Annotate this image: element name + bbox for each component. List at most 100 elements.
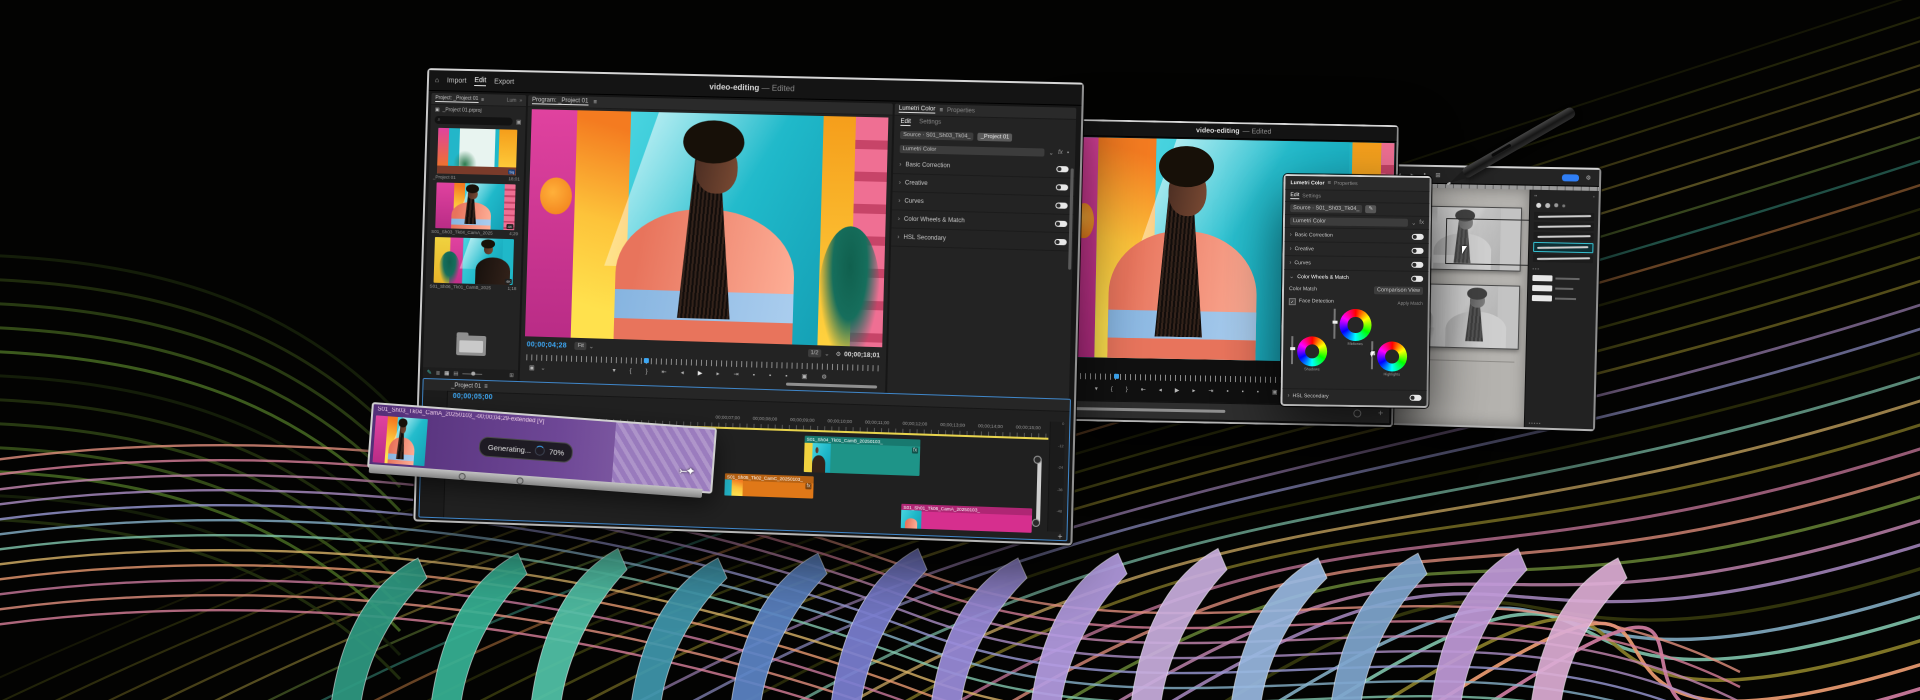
step-back-icon[interactable]: ◂ — [1159, 387, 1162, 394]
scroll-handle[interactable] — [1032, 519, 1040, 527]
chevron-down-icon[interactable]: ⌄ — [589, 343, 594, 350]
tab-lumetri-color[interactable]: Lumetri Color — [899, 106, 936, 114]
sequence-chip[interactable]: ✎ — [1365, 205, 1376, 213]
go-to-out-icon[interactable]: ⇥ — [733, 371, 738, 378]
play-icon[interactable]: ▶ — [698, 370, 703, 377]
timeline-clip-orange[interactable]: S01_Sh05_Tk02_CamC_20250103_ fx — [724, 473, 813, 498]
project-file-name[interactable]: _Project 01.prproj — [442, 107, 481, 114]
shadows-slider[interactable] — [1291, 336, 1293, 364]
mark-out-icon[interactable]: } — [1126, 387, 1128, 393]
tab-properties[interactable]: Properties — [1334, 180, 1358, 186]
toggle-color-wheels[interactable] — [1411, 275, 1423, 281]
snapshot-icon[interactable]: ▪ — [1067, 150, 1069, 156]
step-forward-icon[interactable]: ▸ — [1192, 387, 1195, 394]
display-settings-icon[interactable]: ▣ — [529, 364, 535, 371]
brush-dots[interactable] — [1530, 200, 1599, 211]
lift-icon[interactable]: ▪ — [1226, 388, 1228, 394]
new-item-icon[interactable]: ⊞ — [509, 372, 514, 378]
sequence-chip[interactable]: _Project 01 — [978, 133, 1013, 142]
chevron-right-icon[interactable]: › — [897, 234, 899, 240]
toggle-creative[interactable] — [1412, 247, 1424, 253]
chevron-down-icon[interactable]: ⌄ — [1289, 273, 1294, 280]
step-back-icon[interactable]: ◂ — [681, 369, 684, 376]
chevron-right-icon[interactable]: › — [899, 162, 901, 168]
add-marker-icon[interactable]: ▾ — [1095, 385, 1098, 392]
chevron-right-icon[interactable]: › — [898, 198, 900, 204]
tab-project[interactable]: Project: _Project 01 — [435, 95, 478, 103]
zoom-fit-dropdown[interactable]: Fit — [575, 342, 587, 350]
go-to-in-icon[interactable]: ⇤ — [1141, 386, 1146, 393]
mark-out-icon[interactable]: } — [646, 369, 648, 375]
midtones-slider[interactable] — [1333, 309, 1335, 339]
settings-icon[interactable]: ⚙ — [821, 374, 827, 381]
playhead-marker[interactable] — [1114, 374, 1119, 379]
timeline-clip-teal[interactable]: S01_Sh04_Tk01_CamB_20250103_ fx — [804, 436, 921, 476]
comparison-icon[interactable]: ▣ — [1272, 389, 1278, 396]
pen-tool-icon[interactable]: ✎ — [427, 369, 432, 376]
toggle-hsl-secondary[interactable] — [1054, 238, 1066, 244]
tab-overflow[interactable]: Lum — [507, 97, 517, 103]
add-track-button[interactable]: + — [1057, 532, 1062, 541]
chevron-right-icon[interactable]: › — [899, 180, 901, 186]
section-hsl-secondary[interactable]: HSL Secondary — [903, 234, 1050, 244]
play-icon[interactable]: ▶ — [1175, 387, 1180, 394]
mark-in-icon[interactable]: { — [1111, 386, 1113, 392]
project-item[interactable]: Sq _Project 01 18;01 — [429, 128, 525, 183]
subtab-settings[interactable]: Settings — [919, 119, 941, 126]
effect-dropdown[interactable]: Lumetri Color — [1290, 217, 1408, 227]
project-item[interactable]: 4K S01_Sh03_Tk04_CamA_20250103_ 4;29 — [427, 182, 523, 237]
timeline-clip-magenta[interactable]: S01_Sh01_Tk06_CamA_20250103_ — [901, 504, 1032, 533]
zoom-slider[interactable] — [462, 373, 481, 375]
extract-icon[interactable]: ▪ — [1242, 389, 1244, 395]
go-to-in-icon[interactable]: ⇤ — [662, 369, 667, 376]
settings-icon[interactable]: ⚙ — [1586, 174, 1592, 181]
search-input[interactable]: ⌕ — [435, 116, 514, 126]
menu-export[interactable]: Export — [494, 78, 514, 85]
highlights-wheel[interactable] — [1377, 341, 1407, 371]
playhead-marker[interactable] — [644, 358, 649, 363]
list-view-icon[interactable]: ≣ — [436, 370, 441, 376]
timeline-timecode[interactable]: 00;00;05;00 — [453, 393, 493, 401]
add-track-button[interactable]: + — [1378, 408, 1383, 418]
brush-preset-selected[interactable] — [1533, 242, 1593, 253]
toggle-curves[interactable] — [1411, 261, 1423, 267]
comparison-view-button[interactable]: Comparison View — [1374, 286, 1423, 295]
panel-menu-icon[interactable]: ≡ — [939, 107, 943, 113]
apply-match-button[interactable]: Apply Match — [1398, 300, 1423, 305]
panel-menu-icon[interactable]: ≡ — [481, 97, 484, 103]
lift-icon[interactable]: ▪ — [753, 372, 755, 378]
marquee-selection[interactable] — [1445, 218, 1530, 266]
wrench-icon[interactable]: ⚙ — [835, 350, 841, 357]
section-color-wheels[interactable]: Color Wheels & Match — [904, 216, 1051, 226]
chevron-right-icon[interactable]: › — [1290, 246, 1292, 252]
shadows-wheel[interactable] — [1297, 336, 1327, 366]
chevron-right-icon[interactable]: › — [898, 216, 900, 222]
chevron-right-icon[interactable]: › — [1287, 393, 1289, 399]
menu-edit[interactable]: Edit — [474, 77, 486, 86]
new-bin-icon[interactable]: ▣ — [516, 118, 522, 125]
brush-preset[interactable] — [1533, 232, 1593, 241]
step-forward-icon[interactable]: ▸ — [716, 370, 719, 377]
comparison-icon[interactable]: ▣ — [801, 373, 807, 380]
chevron-right-icon[interactable]: › — [1290, 232, 1292, 238]
toggle-color-wheels[interactable] — [1055, 220, 1067, 226]
go-to-out-icon[interactable]: ⇥ — [1208, 388, 1213, 395]
panel-menu-icon[interactable]: ≡ — [593, 99, 597, 105]
chevron-down-icon[interactable]: ⌄ — [540, 365, 545, 372]
playback-resolution-dropdown[interactable]: 1/2 — [807, 349, 821, 357]
chevron-right-icon[interactable]: › — [1289, 260, 1291, 266]
effect-dropdown[interactable]: Lumetri Color — [900, 145, 1045, 157]
bin-icon[interactable]: ▤ — [453, 370, 458, 376]
extract-icon[interactable]: ▪ — [769, 372, 771, 378]
panel-menu-icon[interactable]: ≡ — [484, 383, 488, 389]
layer-row[interactable] — [1528, 293, 1596, 305]
subtab-settings[interactable]: Settings — [1302, 193, 1321, 199]
toggle-hsl-secondary[interactable] — [1409, 394, 1421, 400]
subtab-edit[interactable]: Edit — [1290, 192, 1299, 199]
brush-preset[interactable] — [1534, 212, 1594, 221]
section-hsl-secondary[interactable]: HSL Secondary — [1292, 393, 1406, 401]
tab-properties[interactable]: Properties — [947, 107, 975, 114]
grid-view-icon[interactable]: ▦ — [444, 370, 449, 376]
tab-sequence[interactable]: _Project 01 — [451, 382, 481, 389]
tab-program[interactable]: Program: _Project 01 — [532, 97, 588, 105]
